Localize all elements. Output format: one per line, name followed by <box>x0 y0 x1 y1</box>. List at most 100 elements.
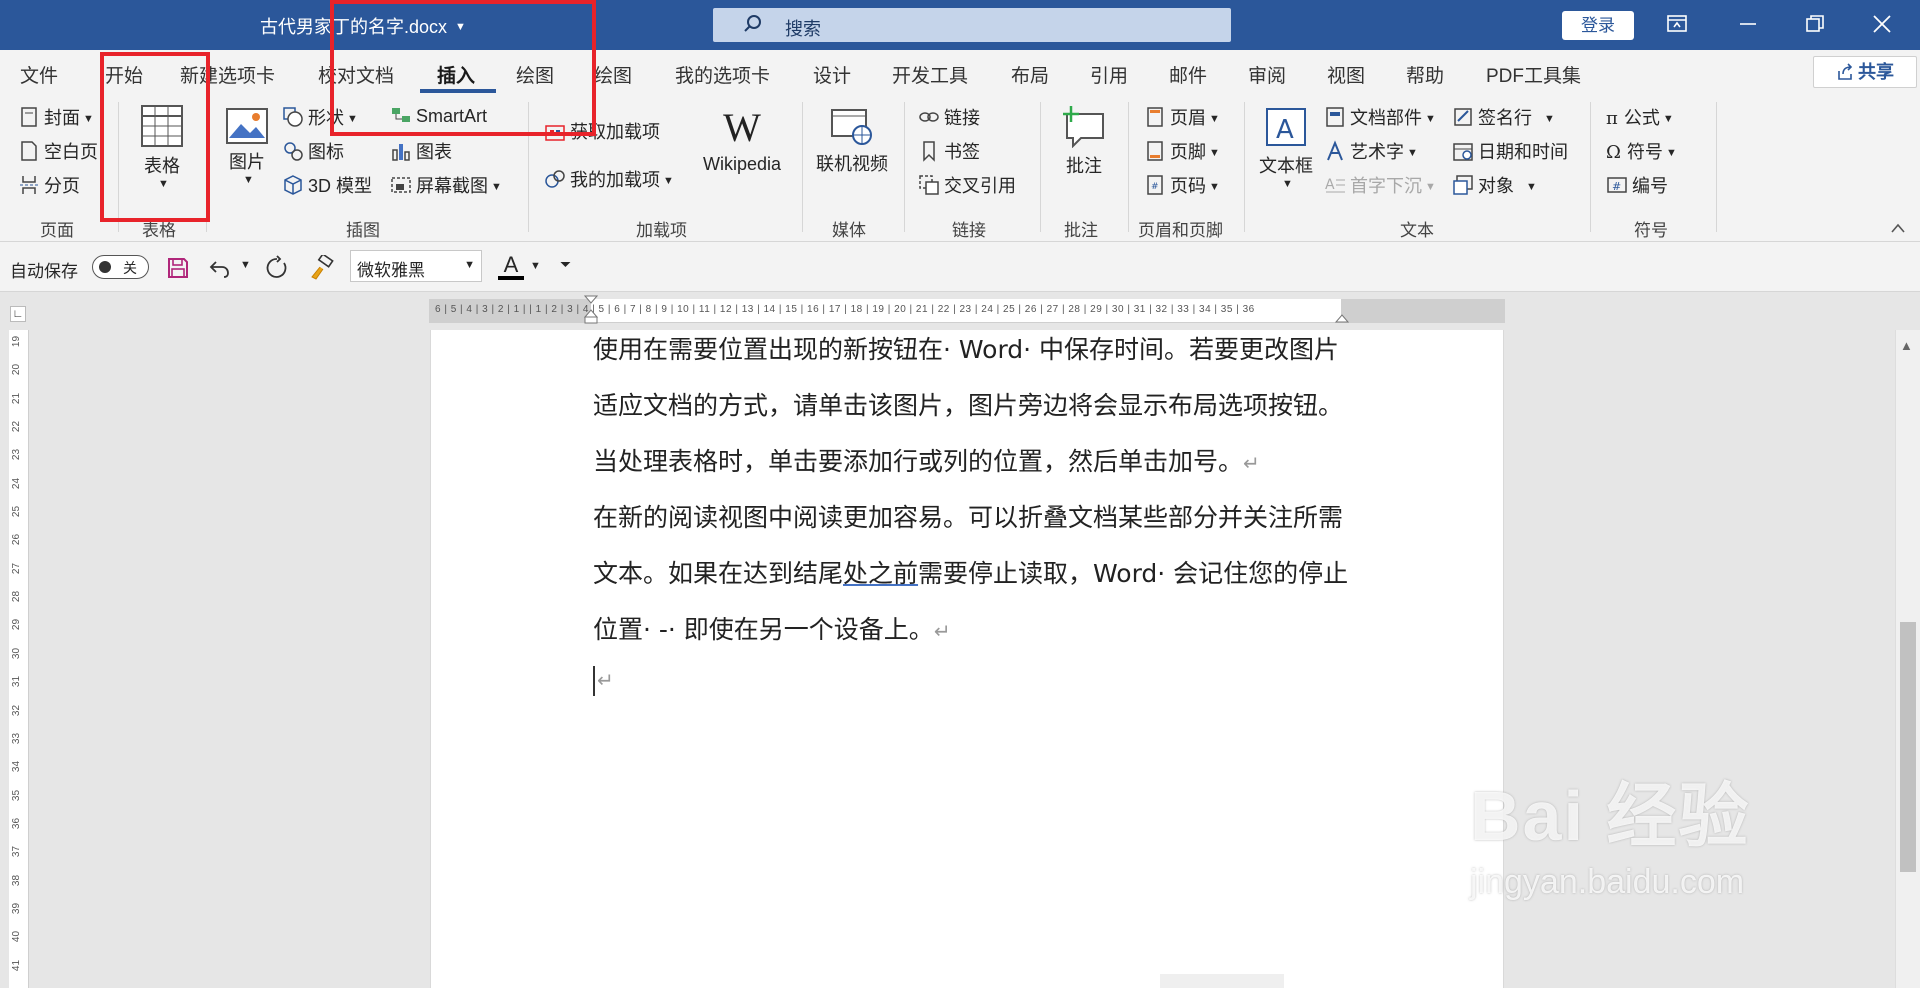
indent-marker-icon[interactable] <box>584 295 598 325</box>
share-button[interactable]: 共享 <box>1813 56 1917 88</box>
wikipedia-button[interactable]: W Wikipedia <box>694 106 790 175</box>
redo-icon[interactable] <box>264 255 290 281</box>
bookmark-button[interactable]: 书签 <box>918 138 980 164</box>
icons-button[interactable]: 图标 <box>282 138 344 164</box>
new-comment-button[interactable]: 批注 <box>1054 104 1114 178</box>
vruler-number: 30 <box>11 647 23 660</box>
text-box-label: 文本框 <box>1259 156 1313 176</box>
font-family-select[interactable]: 微软雅黑 ▼ <box>350 250 482 282</box>
pi-icon: π <box>1606 108 1618 129</box>
equation-button[interactable]: π 公式 ▼ <box>1606 104 1674 130</box>
insert-picture-button[interactable]: 图片 ▼ <box>222 108 272 186</box>
page-number-button[interactable]: # 页码 ▼ <box>1144 172 1220 198</box>
3d-model-button[interactable]: 3D 模型 <box>282 172 372 198</box>
group-label-illustrations: 插图 <box>346 221 380 240</box>
tab-references[interactable]: 引用 <box>1090 61 1128 88</box>
drop-cap-icon: A <box>1325 177 1345 193</box>
document-line-1: 使用在需要位置出现的新按钮在· Word· 中保存时间。若要更改图片 <box>593 335 1340 364</box>
tab-my-tab[interactable]: 我的选项卡 <box>675 61 770 88</box>
header-button[interactable]: 页眉 ▼ <box>1144 104 1220 130</box>
footer-button[interactable]: 页脚 ▼ <box>1144 138 1220 164</box>
group-separator <box>1716 102 1717 232</box>
chevron-down-icon: ▼ <box>464 259 475 271</box>
tab-layout[interactable]: 布局 <box>1011 61 1049 88</box>
wordart-button[interactable]: 艺术字 ▼ <box>1324 138 1418 164</box>
watermark-url: jingyan.baidu.com <box>1470 863 1745 901</box>
font-color-letter: A <box>503 252 519 277</box>
vruler-number: 32 <box>11 704 23 717</box>
tab-view[interactable]: 视图 <box>1327 61 1365 88</box>
scrollbar-thumb[interactable] <box>1900 622 1916 872</box>
collapse-ribbon-icon[interactable] <box>1890 222 1906 234</box>
quick-parts-icon <box>1326 107 1344 127</box>
scroll-up-icon[interactable]: ▲ <box>1900 338 1913 353</box>
right-indent-marker-icon[interactable] <box>1335 313 1349 323</box>
comment-icon <box>1063 106 1104 148</box>
search-input[interactable]: 搜索 <box>713 8 1231 42</box>
3d-model-label: 3D 模型 <box>308 176 373 196</box>
header-label: 页眉 <box>1170 108 1206 128</box>
tab-design[interactable]: 设计 <box>813 61 851 88</box>
watermark-main: Bai 经验 <box>1470 777 1751 855</box>
tab-draw-2[interactable]: 绘图 <box>594 61 632 88</box>
shapes-icon <box>283 107 303 127</box>
cover-page-icon <box>21 107 37 127</box>
page-break-button[interactable]: 分页 <box>18 172 80 198</box>
drop-cap-button[interactable]: A 首字下沉 ▼ <box>1324 172 1436 198</box>
object-button[interactable]: 对象 ▼ <box>1452 172 1537 198</box>
tab-selector-icon[interactable]: ∟ <box>10 306 26 322</box>
vertical-ruler[interactable]: 19 20 21 22 23 24 25 26 27 28 29 30 31 32 33 34 35 36 37 38… <box>9 330 29 988</box>
undo-dropdown-icon[interactable]: ▼ <box>240 259 251 271</box>
tab-developer[interactable]: 开发工具 <box>892 61 968 88</box>
font-color-dropdown-icon[interactable]: ▼ <box>530 260 541 272</box>
number-button[interactable]: # 编号 <box>1606 172 1668 198</box>
my-addins-button[interactable]: 我的加载项 ▼ <box>544 166 674 192</box>
highlight-box-table <box>100 52 210 222</box>
ribbon-display-options-icon[interactable] <box>1665 12 1689 36</box>
chart-button[interactable]: 图表 <box>390 138 452 164</box>
share-icon <box>1838 63 1853 80</box>
svg-text:A: A <box>1325 177 1335 193</box>
document-line-6: 位置· -· 即使在另一个设备上。 <box>593 615 934 644</box>
tab-file[interactable]: 文件 <box>20 61 58 88</box>
undo-icon[interactable] <box>208 256 232 280</box>
page-break-icon <box>20 176 38 194</box>
tab-pdf-tools[interactable]: PDF工具集 <box>1486 61 1581 88</box>
restore-icon[interactable] <box>1803 12 1827 36</box>
cover-page-button[interactable]: 封面 ▼ <box>18 104 94 130</box>
cross-reference-button[interactable]: 交叉引用 <box>918 172 1016 198</box>
group-label-header-footer: 页眉和页脚 <box>1138 221 1223 240</box>
screenshot-button[interactable]: 屏幕截图 ▼ <box>390 172 502 198</box>
document-line-2: 适应文档的方式，请单击该图片，图片旁边将会显示布局选项按钮。 <box>593 391 1344 420</box>
date-time-button[interactable]: 日期和时间 <box>1452 138 1568 164</box>
paragraph-mark: ↵ <box>1243 451 1260 475</box>
tab-mailings[interactable]: 邮件 <box>1169 61 1207 88</box>
blank-page-button[interactable]: 空白页 <box>18 138 98 164</box>
font-color-button[interactable]: A <box>498 252 524 282</box>
text-box-button[interactable]: A 文本框 ▼ <box>1256 106 1316 190</box>
footer-icon <box>1147 141 1163 161</box>
quick-parts-button[interactable]: 文档部件 ▼ <box>1324 104 1436 130</box>
screenshot-label: 屏幕截图 <box>416 176 488 196</box>
vertical-scrollbar[interactable]: ▲ <box>1895 330 1920 988</box>
horizontal-ruler[interactable]: 6 | 5 | 4 | 3 | 2 | 1 | | 1 | 2 | 3 | 4 … <box>429 295 1505 324</box>
equation-label: 公式 <box>1623 108 1660 128</box>
calendar-icon <box>1453 143 1473 161</box>
minimize-icon[interactable] <box>1736 12 1760 36</box>
customize-toolbar-icon[interactable]: ⏷ <box>560 256 571 273</box>
tab-review[interactable]: 审阅 <box>1248 61 1286 88</box>
online-video-button[interactable]: 联机视频 <box>812 108 892 176</box>
autosave-toggle[interactable]: 关 <box>92 255 149 279</box>
tab-help[interactable]: 帮助 <box>1406 61 1444 88</box>
close-icon[interactable] <box>1870 12 1894 36</box>
symbol-button[interactable]: Ω 符号 ▼ <box>1606 138 1677 164</box>
document-page[interactable]: 使用在需要位置出现的新按钮在· Word· 中保存时间。若要更改图片 适应文档的… <box>430 330 1504 988</box>
save-icon[interactable] <box>166 256 190 280</box>
link-button[interactable]: 链接 <box>918 104 980 130</box>
signature-line-button[interactable]: 签名行 ▼ <box>1452 104 1555 130</box>
group-separator <box>1040 102 1041 232</box>
login-button[interactable]: 登录 <box>1562 11 1634 40</box>
group-label-symbols: 符号 <box>1634 221 1668 240</box>
format-painter-icon[interactable] <box>308 255 334 281</box>
link-label: 链接 <box>944 108 980 128</box>
